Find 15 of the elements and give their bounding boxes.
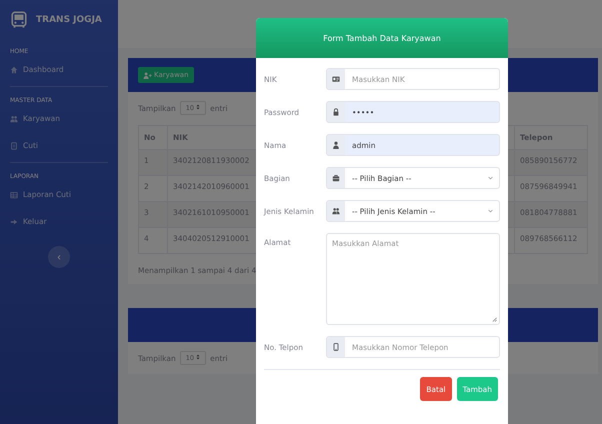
id-card-icon: [332, 75, 340, 83]
user-icon: [332, 141, 340, 149]
chevron-down-icon: [488, 209, 493, 213]
resize-handle-icon: [492, 317, 497, 322]
briefcase-icon: [332, 174, 340, 182]
modal-title: Form Tambah Data Karyawan: [323, 34, 441, 42]
users-icon: [332, 207, 340, 215]
brand-name: TRANS JOGJA: [36, 15, 102, 25]
add-user-icon: [143, 72, 152, 78]
phone-icon: [332, 343, 340, 351]
bus-icon: [10, 11, 28, 29]
lock-icon: [332, 108, 340, 116]
sort-arrows-icon: [196, 354, 200, 360]
chevron-down-icon: [488, 176, 493, 180]
sort-arrows-icon: [196, 104, 200, 110]
